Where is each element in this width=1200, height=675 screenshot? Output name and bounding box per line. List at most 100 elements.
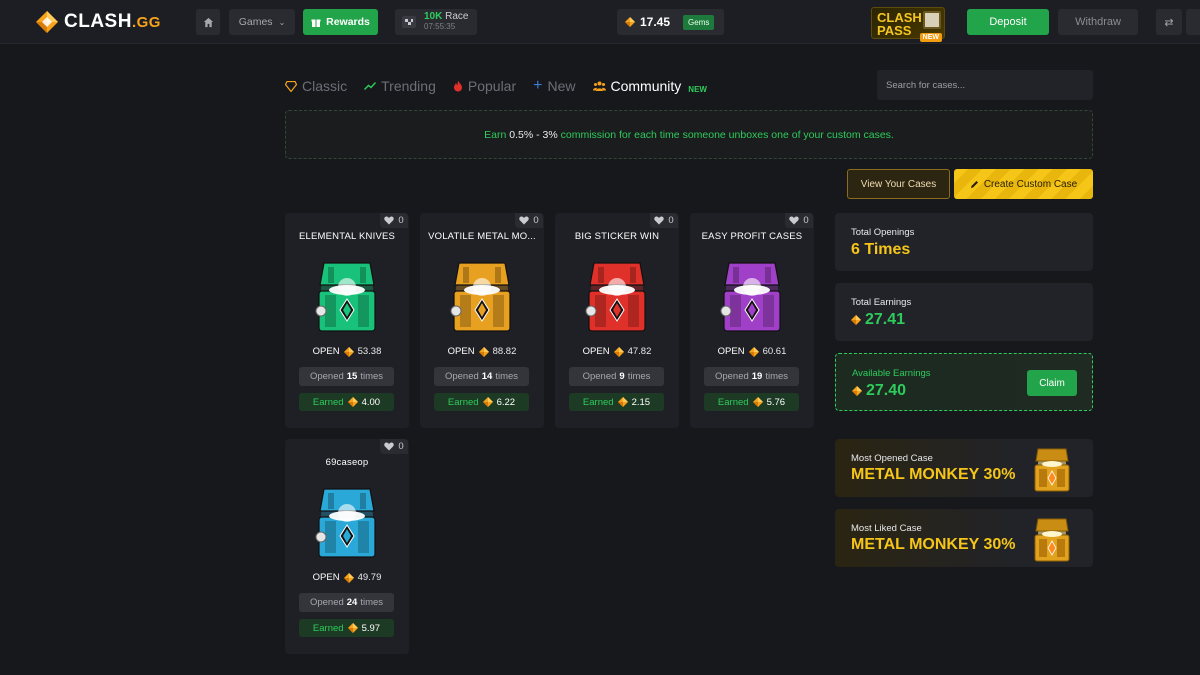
gem-icon [614, 347, 624, 357]
open-label: OPEN [312, 346, 340, 357]
trend-up-icon [364, 82, 377, 90]
opened-count-badge: Opened 24 times [299, 593, 394, 612]
earned-badge: Earned 6.22 [434, 393, 529, 411]
open-row[interactable]: OPEN 60.61 [690, 346, 814, 357]
gem-icon [479, 347, 489, 357]
tab-community[interactable]: Community NEW [592, 78, 707, 94]
heart-icon [519, 216, 530, 225]
most-liked-case-card[interactable]: Most Liked Case METAL MONKEY 30% [835, 509, 1093, 567]
rewards-label: Rewards [326, 16, 370, 28]
gold-case-icon [1034, 518, 1070, 562]
users-icon [592, 81, 606, 91]
gem-icon [625, 17, 635, 27]
like-button[interactable]: 0 [785, 213, 813, 228]
total-earnings-value: 27.41 [851, 311, 905, 329]
case-price: 60.61 [762, 346, 787, 357]
heart-icon [789, 216, 800, 225]
tab-popular[interactable]: Popular [453, 78, 516, 94]
case-card[interactable]: 0 ELEMENTAL KNIVES OPEN 53.38 Opened 15 ti… [285, 213, 409, 428]
case-title: BIG STICKER WIN [574, 231, 660, 242]
like-count: 0 [398, 215, 404, 226]
clash-pass-button[interactable]: CLASH PASS NEW [871, 7, 945, 42]
create-custom-case-button[interactable]: Create Custom Case [954, 169, 1093, 199]
logo[interactable]: CLASH.GG [36, 9, 161, 35]
like-button[interactable]: 0 [650, 213, 678, 228]
heart-icon [384, 216, 395, 225]
logo-text: CLASH.GG [64, 11, 161, 32]
race-button[interactable]: 10K Race 07:55:35 [395, 9, 477, 35]
case-card[interactable]: 0 69caseop OPEN 49.79 Opened 24 times Earn… [285, 439, 409, 654]
total-earnings-label: Total Earnings [851, 297, 912, 308]
gem-icon [348, 623, 358, 633]
case-title: ELEMENTAL KNIVES [298, 231, 396, 242]
total-openings-label: Total Openings [851, 227, 915, 238]
heart-icon [654, 216, 665, 225]
case-category-tabs: Classic Trending Popular + New Community… [285, 76, 707, 96]
search-input[interactable] [877, 70, 1093, 100]
earned-badge: Earned 5.76 [704, 393, 799, 411]
race-title: 10K Race [424, 11, 469, 22]
pencil-icon [970, 180, 978, 188]
claim-button[interactable]: Claim [1027, 370, 1077, 396]
like-count: 0 [668, 215, 674, 226]
games-label: Games [238, 16, 273, 28]
like-button[interactable]: 0 [380, 439, 408, 454]
open-row[interactable]: OPEN 88.82 [420, 346, 544, 357]
total-openings-value: 6 Times [851, 241, 911, 258]
open-row[interactable]: OPEN 49.79 [285, 572, 409, 583]
case-card[interactable]: 0 EASY PROFIT CASES OPEN 60.61 Opened 19 t… [690, 213, 814, 428]
chevron-down-icon: ⌄ [278, 17, 286, 27]
most-opened-label: Most Opened Case [851, 453, 933, 464]
view-your-cases-button[interactable]: View Your Cases [847, 169, 950, 199]
menu-button[interactable] [1186, 9, 1200, 35]
gem-icon [618, 397, 628, 407]
available-earnings-card: Available Earnings 27.40 Claim [835, 353, 1093, 411]
most-opened-case-card[interactable]: Most Opened Case METAL MONKEY 30% [835, 439, 1093, 497]
home-button[interactable] [196, 9, 220, 35]
plus-icon: + [533, 77, 543, 94]
case-price: 88.82 [492, 346, 517, 357]
rewards-button[interactable]: Rewards [303, 9, 378, 35]
clash-pass-label: CLASH PASS [877, 10, 922, 38]
withdraw-button[interactable]: Withdraw [1058, 9, 1138, 35]
logo-gem-icon [36, 11, 58, 33]
tab-classic[interactable]: Classic [285, 78, 347, 94]
like-count: 0 [398, 441, 404, 452]
gem-icon [344, 347, 354, 357]
total-earnings-card: Total Earnings 27.41 [835, 283, 1093, 341]
case-chest-icon [315, 488, 376, 558]
pass-new-badge: NEW [919, 33, 942, 42]
like-count: 0 [533, 215, 539, 226]
like-button[interactable]: 0 [515, 213, 543, 228]
gem-icon [851, 315, 861, 325]
tab-new[interactable]: + New [533, 77, 575, 95]
opened-count-badge: Opened 19 times [704, 367, 799, 386]
open-row[interactable]: OPEN 47.82 [555, 346, 679, 357]
games-dropdown[interactable]: Games ⌄ [229, 9, 295, 35]
case-chest-icon [585, 262, 646, 332]
gems-badge[interactable]: Gems [683, 14, 715, 30]
gem-icon [483, 397, 493, 407]
open-label: OPEN [312, 572, 340, 583]
top-bar: CLASH.GG Games ⌄ Rewards 10K Race 07:55:… [0, 0, 1200, 44]
like-count: 0 [803, 215, 809, 226]
swap-icon[interactable]: ⇄ [1156, 9, 1182, 35]
pass-box-icon [923, 11, 941, 29]
deposit-button[interactable]: Deposit [967, 9, 1049, 35]
open-row[interactable]: OPEN 53.38 [285, 346, 409, 357]
case-title: VOLATILE METAL MO... [428, 231, 536, 242]
heart-icon [384, 442, 395, 451]
opened-count-badge: Opened 9 times [569, 367, 664, 386]
earned-badge: Earned 5.97 [299, 619, 394, 637]
fire-icon [453, 80, 462, 92]
balance-value: 17.45 [640, 15, 671, 29]
case-card[interactable]: 0 BIG STICKER WIN OPEN 47.82 Opened 9 time… [555, 213, 679, 428]
case-price: 47.82 [627, 346, 652, 357]
case-card[interactable]: 0 VOLATILE METAL MO... OPEN 88.82 Opened… [420, 213, 544, 428]
balance-display: 17.45 Gems [617, 9, 724, 35]
like-button[interactable]: 0 [380, 213, 408, 228]
tab-trending[interactable]: Trending [364, 78, 436, 94]
case-price: 53.38 [357, 346, 382, 357]
checkered-flag-icon [402, 16, 416, 28]
gold-case-icon [1034, 448, 1070, 492]
